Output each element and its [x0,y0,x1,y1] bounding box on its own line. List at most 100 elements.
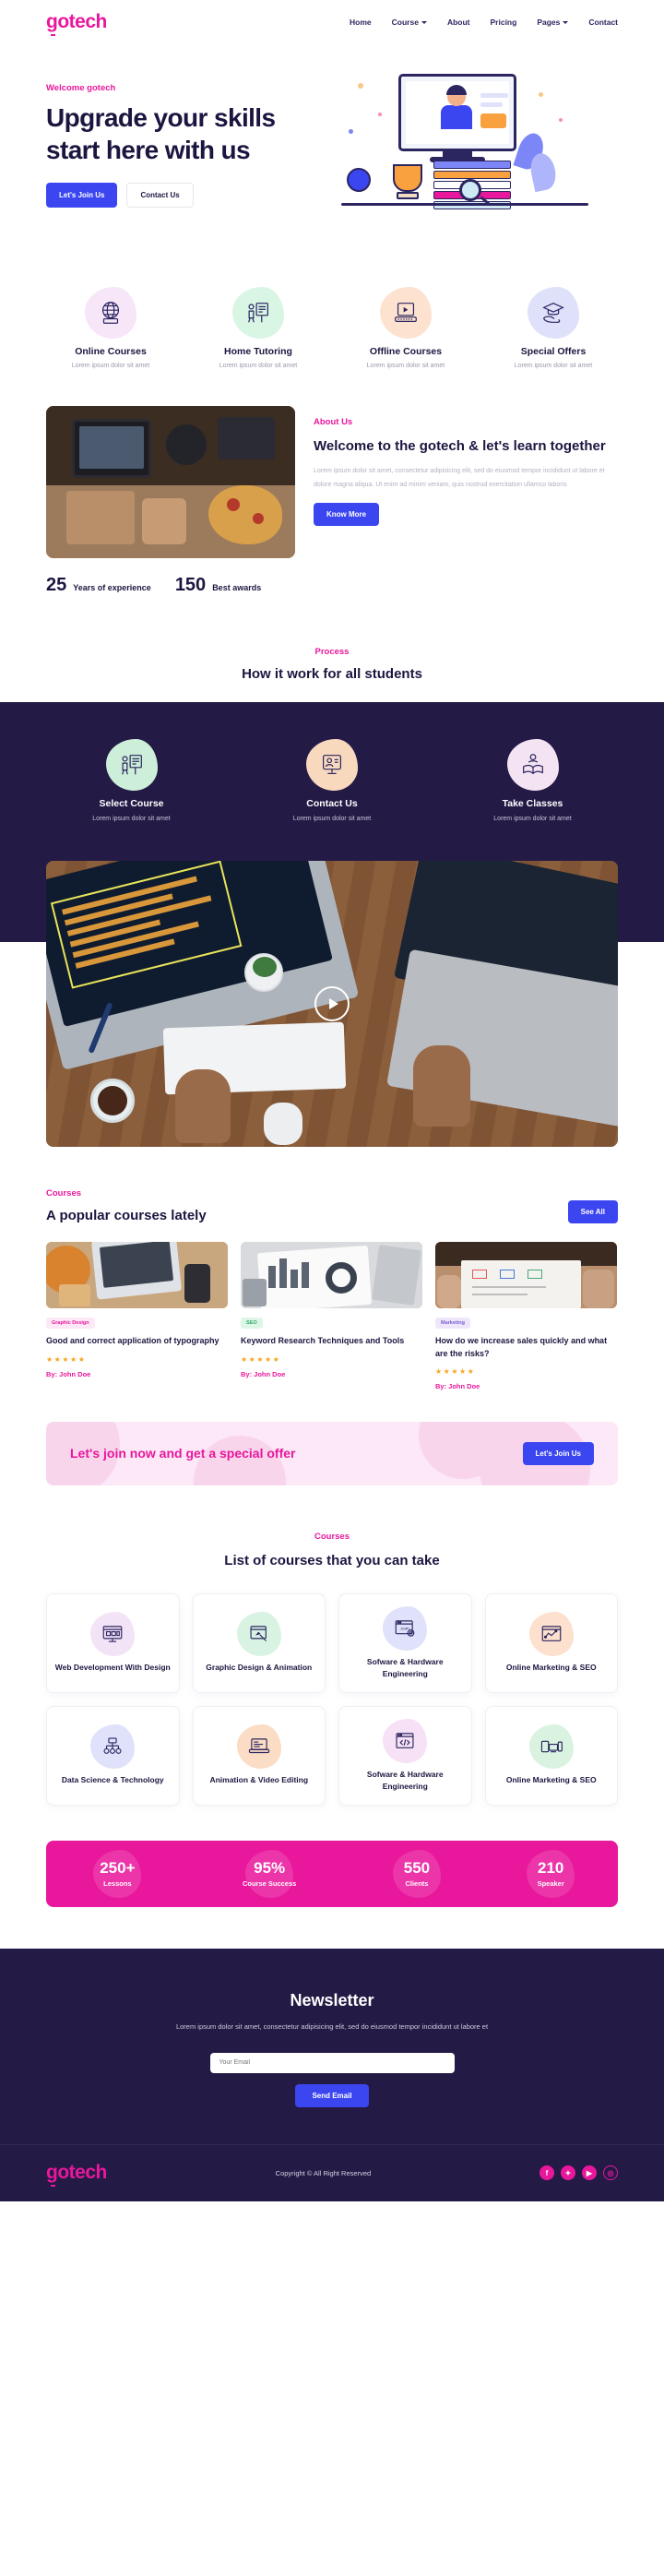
feature-title: Special Offers [520,346,587,357]
category-title: Sofware & Hardware Engineering [366,1657,444,1678]
trophy-base [397,192,419,199]
whiteboard-teacher-icon [106,739,158,791]
popular-courses-section: Courses A popular courses lately See All… [0,1147,664,1390]
decor-dot [349,129,353,134]
facebook-icon[interactable]: f [540,2165,554,2180]
see-all-button[interactable]: See All [567,1200,618,1223]
hero-copy: Welcome gotech Upgrade your skills start… [46,83,332,208]
feature-card[interactable]: Special Offers Lorem ipsum dolor sit ame… [489,287,618,369]
decor-dot [378,113,382,116]
about-eyebrow: About Us [314,417,353,427]
category-card[interactable]: Data Science & Technology [46,1705,180,1806]
course-card[interactable]: SEO Keyword Research Techniques and Tool… [241,1242,422,1390]
join-us-button[interactable]: Let's Join Us [46,182,118,208]
hand-photo [583,1270,614,1308]
send-email-button[interactable]: Send Email [295,2083,369,2107]
logo-text: gotech [46,11,107,32]
nav-item-home[interactable]: Home [350,18,372,27]
logo[interactable]: gotech [46,11,107,36]
video-thumbnail[interactable] [46,861,618,1147]
hands-in-photo [142,498,186,544]
course-tag: SEO [241,1318,263,1329]
feature-desc: Lorem ipsum dolor sit amet [366,363,445,369]
course-card[interactable]: Marketing How do we increase sales quick… [435,1242,617,1390]
youtube-icon[interactable]: ▶ [582,2165,597,2180]
email-input[interactable] [209,2052,455,2073]
copyright-text: Copyright © All Right Reserved [275,2168,372,2177]
category-icon-wrap [236,1612,281,1657]
line [472,1294,528,1295]
decor-dot [559,118,563,122]
pizza-topping [227,498,240,511]
category-card[interactable]: Online Marketing & SEO [484,1705,618,1806]
mouse-in-photo [264,1103,302,1145]
desktop-code-icon [90,1612,135,1656]
book [433,171,511,179]
categories-title: List of courses that you can take [224,1553,440,1568]
category-card[interactable]: Sofware & Hardware Engineering [338,1705,472,1806]
feature-card[interactable]: Online Courses Lorem ipsum dolor sit ame… [46,287,175,369]
about-stats: 25 Years of experience 150 Best awards [0,558,664,596]
course-author: By: John Doe [46,1369,91,1378]
stat-item: 150 Best awards [175,575,261,596]
about-copy: About Us Welcome to the gotech & let's l… [295,406,618,558]
categories-grid: Web Development With Design Graphic Desi… [0,1571,664,1806]
category-card[interactable]: Graphic Design & Animation [192,1592,326,1693]
twitter-icon[interactable]: ✦ [561,2165,575,2180]
nav-item-course[interactable]: Course [392,18,427,27]
feature-title: Offline Courses [369,346,443,357]
responsive-devices-icon [529,1724,574,1769]
process-eyebrow: Process [314,647,350,657]
process-steps: Select Course Lorem ipsum dolor sit amet [46,739,618,822]
cta-banner: Let's join now and get a special offer L… [46,1422,618,1485]
instagram-icon[interactable]: ◎ [603,2165,618,2180]
nav-label: About [446,18,470,27]
feature-desc: Lorem ipsum dolor sit amet [514,363,593,369]
social-links: f ✦ ▶ ◎ [540,2165,618,2180]
category-icon-wrap [528,1612,574,1657]
process-step: Take Classes Lorem ipsum dolor sit amet [447,739,618,822]
nav-item-about[interactable]: About [447,18,470,27]
course-title: Keyword Research Techniques and Tools [241,1336,405,1345]
ball-decoration [347,168,371,192]
video-section [0,861,664,1147]
chart-window-icon [529,1612,574,1656]
contact-us-button[interactable]: Contact Us [126,182,194,208]
nav-item-contact[interactable]: Contact [588,18,618,27]
bar [302,1262,309,1288]
phone-photo [184,1264,210,1303]
category-card[interactable]: Animation & Video Editing [192,1705,326,1806]
feature-title: Home Tutoring [224,346,292,357]
category-card[interactable]: .com Sofware & Hardware Engineering [338,1592,472,1693]
newsletter-form: Send Email [46,2052,618,2107]
feature-card[interactable]: Home Tutoring Lorem ipsum dolor sit amet [194,287,323,369]
step-title: Contact Us [306,798,358,809]
play-button[interactable] [314,986,350,1021]
step-desc: Lorem ipsum dolor sit amet [292,816,372,822]
know-more-button[interactable]: Know More [314,503,380,527]
step-icon-wrap [306,739,358,791]
whiteboard-teacher-icon [232,287,284,339]
category-card[interactable]: Web Development With Design [46,1592,180,1693]
course-card[interactable]: Graphic Design Good and correct applicat… [46,1242,228,1390]
nav-item-pages[interactable]: Pages [537,18,569,27]
reading-book-icon [507,739,559,791]
browser-gear-icon: .com [383,1606,427,1651]
category-card[interactable]: Online Marketing & SEO [484,1592,618,1693]
step-title: Select Course [99,798,164,809]
step-icon-wrap [105,739,158,791]
bar [290,1270,298,1288]
site-footer: gotech Copyright © All Right Reserved f … [0,2143,664,2201]
feature-icon-wrap [85,287,136,339]
feature-card[interactable]: Offline Courses Lorem ipsum dolor sit am… [341,287,470,369]
courses-title: A popular courses lately [46,1208,207,1223]
process-step: Contact Us Lorem ipsum dolor sit amet [247,739,418,822]
nav-item-pricing[interactable]: Pricing [491,18,517,27]
category-icon-wrap: .com [383,1606,428,1651]
bar [268,1266,276,1288]
site-header: gotech Home Course About Pricing Pages C… [0,0,664,44]
feature-desc: Lorem ipsum dolor sit amet [219,363,298,369]
footer-logo[interactable]: gotech [46,2162,107,2187]
about-section: About Us Welcome to the gotech & let's l… [0,406,664,558]
cta-join-button[interactable]: Let's Join Us [522,1442,594,1465]
